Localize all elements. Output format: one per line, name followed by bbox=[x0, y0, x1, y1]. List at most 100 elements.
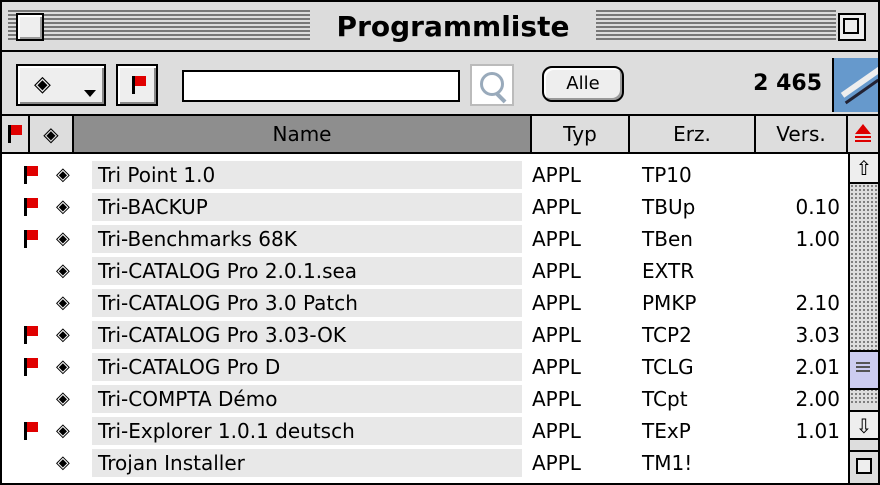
window-title: Programmliste bbox=[310, 5, 596, 49]
row-creator: TCLG bbox=[642, 355, 694, 379]
application-icon: ◈ bbox=[56, 324, 70, 345]
row-name: Trojan Installer bbox=[92, 449, 522, 477]
scroll-thumb[interactable] bbox=[850, 350, 878, 390]
flag-cell[interactable] bbox=[16, 230, 40, 250]
row-creator: TCpt bbox=[642, 387, 688, 411]
row-creator: TP10 bbox=[642, 163, 692, 187]
flag-icon bbox=[24, 358, 38, 376]
row-creator: EXTR bbox=[642, 259, 695, 283]
row-type: APPL bbox=[532, 195, 581, 219]
item-count: 2 465 bbox=[753, 71, 822, 96]
row-version bbox=[756, 257, 840, 285]
row-creator: TBUp bbox=[642, 195, 696, 219]
application-icon: ◈ bbox=[56, 388, 70, 409]
type-filter-popup[interactable]: ◈ bbox=[16, 64, 106, 106]
close-box-icon[interactable] bbox=[16, 13, 44, 41]
list-row[interactable]: ◈ Tri-CATALOG Pro D APPL TCLG 2.01 bbox=[2, 352, 848, 382]
row-type: APPL bbox=[532, 291, 581, 315]
list-row[interactable]: ◈ Tri-CATALOG Pro 3.0 Patch APPL PMKP 2.10 bbox=[2, 288, 848, 318]
column-header-name[interactable]: Name bbox=[74, 116, 532, 152]
vertical-scrollbar[interactable]: ⇧ ⇩ bbox=[848, 154, 878, 483]
row-creator: TExP bbox=[642, 419, 691, 443]
list-row[interactable]: ◈ Tri-CATALOG Pro 3.03-OK APPL TCP2 3.03 bbox=[2, 320, 848, 350]
sort-order-icon[interactable] bbox=[848, 116, 878, 152]
flag-icon bbox=[24, 326, 38, 344]
flag-icon bbox=[132, 76, 146, 94]
column-header-typ[interactable]: Typ bbox=[532, 116, 630, 152]
flag-cell[interactable] bbox=[16, 198, 40, 218]
row-version: 2.10 bbox=[795, 291, 840, 315]
search-magnifier-icon[interactable] bbox=[470, 64, 514, 106]
row-type: APPL bbox=[532, 227, 581, 251]
application-icon: ◈ bbox=[56, 260, 70, 281]
row-creator: PMKP bbox=[642, 291, 697, 315]
column-header-erz[interactable]: Erz. bbox=[630, 116, 756, 152]
row-name: Tri-Benchmarks 68K bbox=[92, 225, 522, 253]
flag-cell[interactable] bbox=[16, 422, 40, 442]
list-row[interactable]: ◈ Tri Point 1.0 APPL TP10 bbox=[2, 160, 848, 190]
row-version bbox=[756, 449, 840, 477]
row-name: Tri-CATALOG Pro D bbox=[92, 353, 522, 381]
row-creator: TBen bbox=[642, 227, 693, 251]
row-name: Tri-Explorer 1.0.1 deutsch bbox=[92, 417, 522, 445]
row-name: Tri-COMPTA Démo bbox=[92, 385, 522, 413]
program-list: ◈ Tri Point 1.0 APPL TP10 ◈ Tri-BACKUP APPL TBU… bbox=[2, 154, 848, 483]
row-name: Tri-CATALOG Pro 2.0.1.sea bbox=[92, 257, 522, 285]
flag-icon bbox=[24, 422, 38, 440]
row-type: APPL bbox=[532, 259, 581, 283]
row-version: 2.00 bbox=[795, 387, 840, 411]
scroll-up-arrow-icon[interactable]: ⇧ bbox=[850, 154, 878, 184]
list-row[interactable]: ◈ Tri-Benchmarks 68K APPL TBen 1.00 bbox=[2, 224, 848, 254]
title-stripes bbox=[596, 10, 836, 42]
application-icon: ◈ bbox=[34, 72, 51, 97]
flag-cell[interactable] bbox=[16, 390, 40, 410]
search-input[interactable] bbox=[182, 70, 460, 102]
flag-cell[interactable] bbox=[16, 454, 40, 474]
row-type: APPL bbox=[532, 323, 581, 347]
flag-cell[interactable] bbox=[16, 262, 40, 282]
row-name: Tri-BACKUP bbox=[92, 193, 522, 221]
list-row[interactable]: ◈ Tri-CATALOG Pro 2.0.1.sea APPL EXTR bbox=[2, 256, 848, 286]
app-logo-icon bbox=[832, 58, 878, 112]
application-icon: ◈ bbox=[56, 420, 70, 441]
title-stripes bbox=[8, 10, 310, 42]
row-type: APPL bbox=[532, 419, 581, 443]
column-header-icon[interactable]: ◈ bbox=[30, 116, 74, 152]
application-icon: ◈ bbox=[56, 196, 70, 217]
row-version: 3.03 bbox=[795, 323, 840, 347]
row-creator: TM1! bbox=[642, 451, 693, 475]
application-icon: ◈ bbox=[56, 292, 70, 313]
row-type: APPL bbox=[532, 355, 581, 379]
show-all-button[interactable]: Alle bbox=[542, 66, 624, 102]
row-version bbox=[756, 161, 840, 189]
list-row[interactable]: ◈ Tri-BACKUP APPL TBUp 0.10 bbox=[2, 192, 848, 222]
flag-cell[interactable] bbox=[16, 294, 40, 314]
row-version: 1.00 bbox=[795, 227, 840, 251]
scroll-down-arrow-icon[interactable]: ⇩ bbox=[850, 410, 878, 440]
row-creator: TCP2 bbox=[642, 323, 692, 347]
application-icon: ◈ bbox=[43, 122, 59, 146]
flag-filter-button[interactable] bbox=[116, 64, 158, 106]
resize-grow-box-icon[interactable] bbox=[850, 450, 878, 480]
list-row[interactable]: ◈ Tri-COMPTA Démo APPL TCpt 2.00 bbox=[2, 384, 848, 414]
title-bar[interactable]: Programmliste bbox=[2, 2, 878, 52]
column-header-flag[interactable] bbox=[2, 116, 30, 152]
row-name: Tri Point 1.0 bbox=[92, 161, 522, 189]
list-row[interactable]: ◈ Trojan Installer APPL TM1! bbox=[2, 448, 848, 478]
application-icon: ◈ bbox=[56, 356, 70, 377]
toolbar: ◈ Alle 2 465 bbox=[2, 52, 878, 116]
flag-cell[interactable] bbox=[16, 358, 40, 378]
list-row[interactable]: ◈ Tri-Explorer 1.0.1 deutsch APPL TExP 1.01 bbox=[2, 416, 848, 446]
application-icon: ◈ bbox=[56, 228, 70, 249]
flag-cell[interactable] bbox=[16, 166, 40, 186]
flag-icon bbox=[24, 198, 38, 216]
column-header-vers[interactable]: Vers. bbox=[756, 116, 848, 152]
row-version: 0.10 bbox=[795, 195, 840, 219]
zoom-box-icon[interactable] bbox=[838, 13, 866, 41]
flag-cell[interactable] bbox=[16, 326, 40, 346]
row-version: 1.01 bbox=[795, 419, 840, 443]
flag-icon bbox=[8, 125, 22, 143]
row-type: APPL bbox=[532, 387, 581, 411]
column-header: ◈ Name Typ Erz. Vers. bbox=[2, 116, 878, 154]
application-icon: ◈ bbox=[56, 452, 70, 473]
